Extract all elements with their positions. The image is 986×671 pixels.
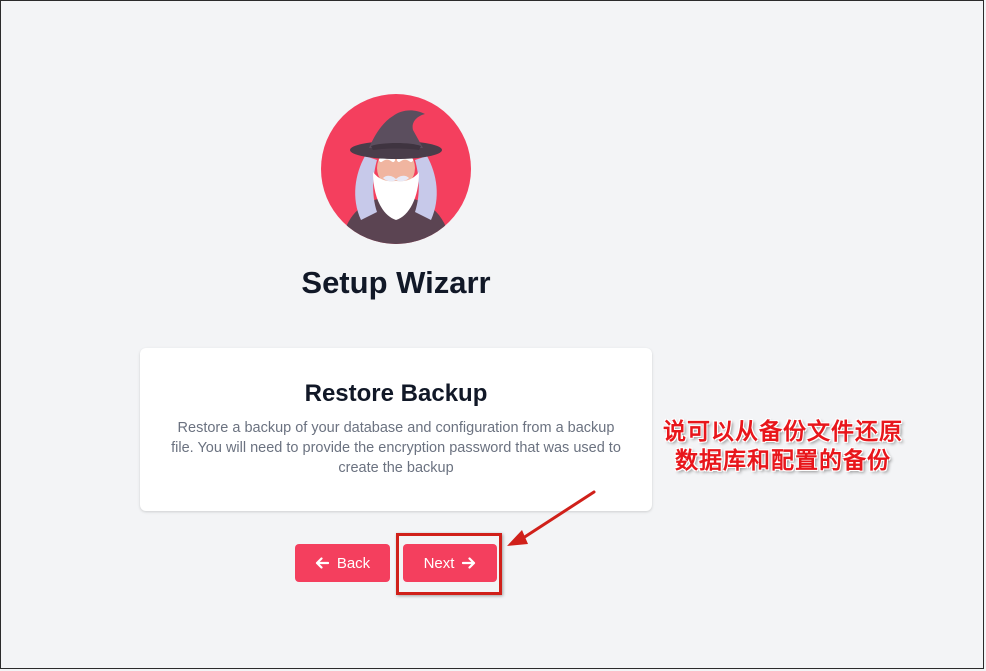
annotation-note: 说可以从备份文件还原 数据库和配置的备份 [650,418,916,476]
next-button-highlight-box [396,533,502,595]
restore-backup-card: Restore Backup Restore a backup of your … [140,348,652,511]
wizard-logo-icon [321,94,471,244]
page-title: Setup Wizarr [301,265,491,300]
annotation-line-1: 说可以从备份文件还原 [663,419,903,445]
card-title: Restore Backup [304,380,488,407]
back-button-label: Back [336,554,371,572]
back-button[interactable]: Back [295,544,390,582]
card-description: Restore a backup of your database and co… [171,420,621,476]
arrow-left-icon [315,557,329,569]
annotation-line-2: 数据库和配置的备份 [675,448,891,474]
